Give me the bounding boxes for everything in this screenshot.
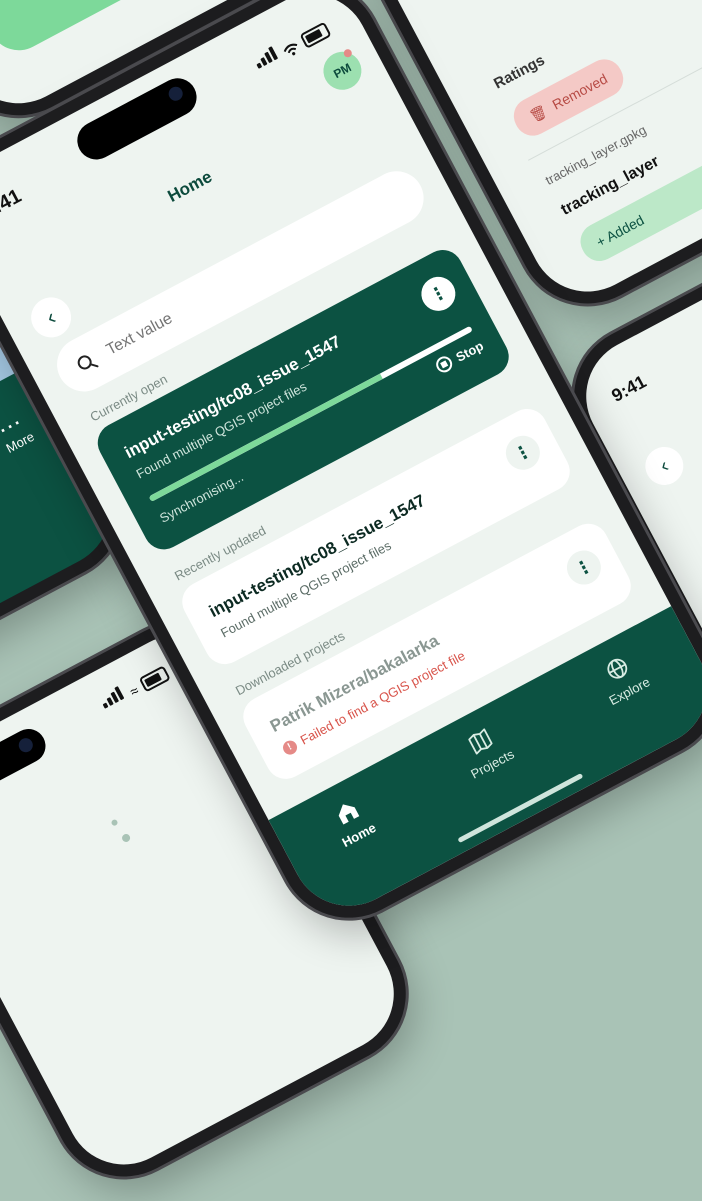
signal-icon (252, 45, 282, 73)
more-tab[interactable]: ··· More (0, 410, 37, 456)
added-chip-label: + Added (593, 211, 647, 251)
tab-projects[interactable]: Projects (454, 720, 543, 832)
trash-icon: 🗑 (526, 101, 550, 125)
globe-icon (607, 658, 628, 679)
sync-status-text: Synchronising... (157, 469, 246, 526)
notification-dot (342, 47, 354, 59)
more-options-button[interactable]: ⋮ (560, 544, 607, 591)
search-icon (77, 355, 99, 370)
signal-icon (99, 685, 129, 713)
back-button[interactable]: ‹ (24, 290, 79, 345)
chevron-left-icon: ‹ (655, 454, 673, 477)
tab-explore[interactable]: Explore (592, 648, 679, 759)
sync-progress-fill (148, 373, 383, 502)
alert-icon: ! (280, 737, 300, 757)
wifi-icon (283, 43, 298, 56)
wifi-icon: ≈ (127, 682, 142, 700)
kebab-icon: ⋮ (571, 554, 597, 581)
ratings-label: Ratings (491, 51, 548, 93)
page-title: Home (164, 166, 216, 206)
avatar-initials: PM (331, 60, 354, 82)
removed-chip-label: Removed (549, 70, 610, 113)
tab-home[interactable]: Home (325, 793, 405, 900)
kebab-icon: ⋮ (425, 280, 451, 307)
dynamic-island (0, 723, 52, 810)
status-time: 9:41 (0, 184, 26, 224)
status-icons: ≈ (99, 663, 171, 713)
kebab-icon: ⋮ (510, 439, 536, 466)
status-time: 9:41 (608, 371, 650, 406)
more-options-button[interactable]: ⋮ (415, 270, 462, 317)
chevron-left-icon: ‹ (41, 304, 60, 330)
home-icon (338, 804, 360, 825)
status-icons (252, 19, 332, 73)
stop-label: Stop (453, 337, 486, 365)
more-options-button[interactable]: ⋮ (499, 429, 546, 476)
map-icon (468, 728, 493, 755)
battery-icon (299, 21, 332, 49)
loading-dot-icon (120, 832, 132, 844)
stop-icon (433, 353, 456, 376)
battery-icon (138, 665, 171, 693)
back-button[interactable]: ‹ (638, 440, 691, 492)
loading-dot-icon (110, 818, 119, 827)
